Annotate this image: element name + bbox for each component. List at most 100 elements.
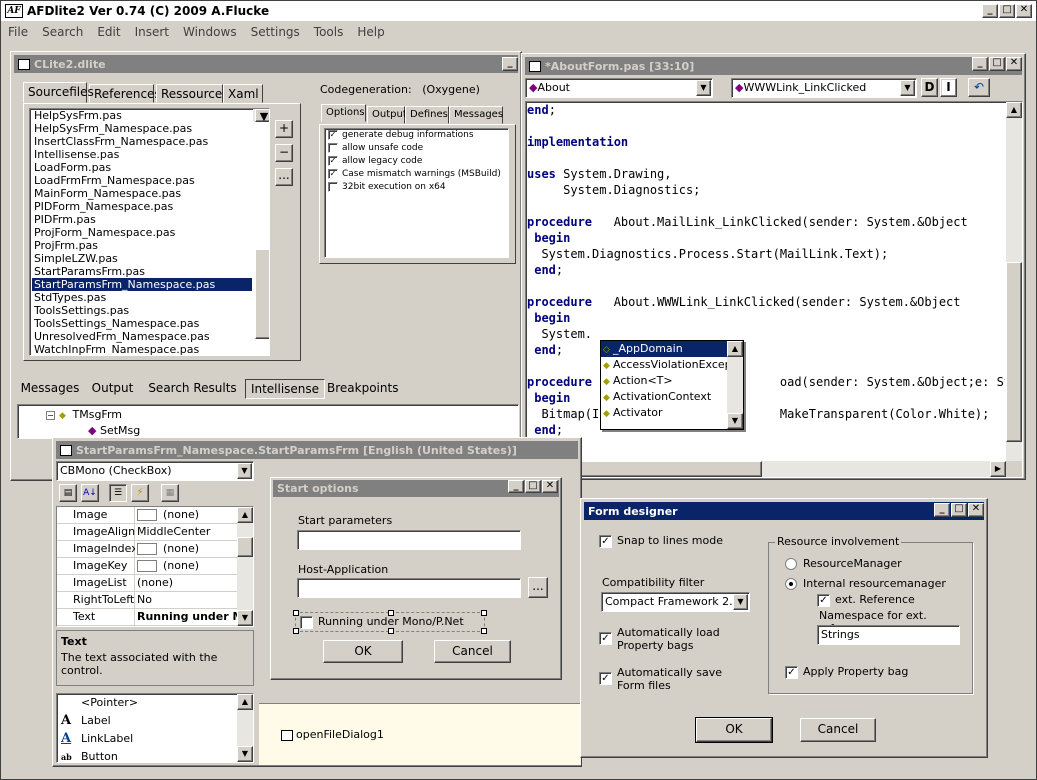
start-ok-button[interactable]: OK (323, 640, 403, 663)
option-check-box[interactable]: ✓ (328, 129, 338, 140)
menu-item-settings[interactable]: Settings (244, 23, 307, 42)
autocomplete-popup[interactable]: ◇ _AppDomain ◆ AccessViolationExcept ◆ Action… (600, 340, 744, 430)
property-row[interactable]: RightToLeft No (57, 592, 237, 609)
radio-internal[interactable]: Internal resourcemanager (785, 577, 946, 590)
add-file-button[interactable]: + (275, 120, 293, 138)
compat-combo[interactable]: Compact Framework 2.0 ▼ (601, 592, 750, 612)
scroll-thumb[interactable] (1006, 262, 1022, 442)
editor-vscroll[interactable]: ▲ (1006, 102, 1022, 461)
form-maximize-button[interactable]: □ (525, 480, 541, 493)
menu-item-tools[interactable]: Tools (307, 23, 351, 42)
autocomplete-item[interactable]: ◆ ActivationContext (601, 389, 727, 405)
scroll-right-icon[interactable]: ▶ (990, 461, 1006, 477)
radio-icon[interactable] (785, 558, 797, 570)
autocomplete-scrollbar[interactable]: ▲ ▼ (727, 341, 743, 429)
property-row[interactable]: ImageIndex (none) (57, 541, 237, 558)
file-item[interactable]: PIDForm_Namespace.pas (32, 200, 252, 213)
scroll-up-icon[interactable]: ▲ (237, 694, 253, 710)
option-check-box[interactable] (328, 181, 338, 192)
property-value[interactable]: Running under M (135, 609, 237, 625)
property-value[interactable]: (none) (135, 558, 237, 574)
component-combo[interactable]: CBMono (CheckBox) ▼ (56, 461, 254, 481)
code-line[interactable]: begin (527, 230, 1005, 246)
start-cancel-button[interactable]: Cancel (434, 640, 511, 663)
file-item[interactable]: LoadForm.pas (32, 161, 252, 174)
toolbox-scrollbar[interactable]: ▲ ▼ (237, 694, 253, 762)
property-row[interactable]: ImageKey (none) (57, 558, 237, 575)
editor-maximize-button[interactable]: □ (989, 57, 1005, 71)
property-row[interactable]: ImageList (none) (57, 575, 237, 592)
autosave-check-box[interactable]: ✓ (599, 672, 612, 685)
more-file-button[interactable]: ... (275, 168, 293, 186)
autocomplete-item[interactable]: ◇ _AppDomain (601, 341, 727, 357)
tab-search-results[interactable]: Search Results (142, 379, 243, 399)
property-value[interactable]: MiddleCenter (135, 524, 237, 540)
chevron-down-icon[interactable]: ▼ (237, 463, 252, 479)
fd-maximize-button[interactable]: □ (951, 503, 967, 517)
tab-messages[interactable]: Messages (449, 106, 503, 124)
main-titlebar[interactable]: AF AFDlite2 Ver 0.74 (C) 2009 A.Flucke _… (1, 1, 1036, 22)
file-item[interactable]: WatchInpFrm_Namespace.pas (32, 343, 252, 355)
toolbox-item[interactable]: A LinkLabel (57, 730, 237, 748)
code-line[interactable] (527, 278, 1005, 294)
editor-hscroll[interactable]: ◀ ▶ (526, 461, 1006, 477)
file-item[interactable]: MainForm_Namespace.pas (32, 187, 252, 200)
option-row[interactable]: ✓ allow legacy code (325, 155, 508, 168)
radio-resourcemanager[interactable]: ResourceManager (785, 557, 902, 570)
scroll-down-icon[interactable]: ▼ (727, 413, 743, 429)
tab-intellisense[interactable]: Intellisense (245, 379, 325, 399)
property-row[interactable]: Image (none) (57, 507, 237, 524)
code-line[interactable]: System. (527, 326, 1005, 342)
code-line[interactable]: begin (527, 390, 1005, 406)
file-item[interactable]: StartParamsFrm.pas (32, 265, 252, 278)
file-item[interactable]: HelpSysFrm.pas (32, 109, 252, 122)
scroll-down-icon[interactable]: ▼ (237, 610, 253, 626)
code-line[interactable]: procedure About.MailLink_LinkClicked(sen… (527, 214, 1005, 230)
menu-item-help[interactable]: Help (350, 23, 391, 42)
ext-ref-check-box[interactable]: ✓ (817, 593, 830, 607)
project-minimize-button[interactable]: _ (502, 57, 518, 71)
code-line[interactable]: procedure About.WWWLink_LinkClicked(send… (527, 294, 1005, 310)
autocomplete-item[interactable]: ◆ Activator (601, 405, 727, 421)
ns-input[interactable]: Strings (817, 625, 960, 645)
property-pages-icon[interactable]: ▦ (161, 484, 179, 502)
scroll-up-icon[interactable]: ▲ (727, 341, 743, 357)
properties-icon[interactable]: ☰ (109, 484, 127, 502)
option-check-box[interactable]: ✓ (328, 155, 338, 166)
code-line[interactable]: Bitmap(I MakeTransparent(Color.White); (527, 406, 1005, 422)
toolbox-item[interactable]: <Pointer> (57, 694, 237, 712)
browse-button[interactable]: ... (528, 577, 548, 598)
scroll-up-icon[interactable]: ▲ (237, 507, 253, 523)
tree-node-child[interactable]: ◆ SetMsg (88, 424, 140, 437)
autocomplete-item[interactable]: ◆ AccessViolationExcept (601, 357, 727, 373)
code-text[interactable]: end; implementation uses System.Drawing, S… (527, 102, 1005, 462)
host-app-input[interactable] (297, 578, 521, 598)
scroll-thumb[interactable] (237, 537, 253, 557)
property-scrollbar[interactable]: ▲ ▼ (237, 507, 253, 626)
minimize-button[interactable]: _ (982, 4, 998, 18)
undo-button[interactable]: ↶ (968, 78, 990, 97)
implementation-button[interactable]: I (940, 78, 957, 97)
autocomplete-list[interactable]: ◇ _AppDomain ◆ AccessViolationExcept ◆ Action… (601, 341, 727, 421)
tray-item[interactable]: openFileDialog1 (281, 728, 384, 741)
tab-ressources[interactable]: Ressources (156, 84, 229, 103)
option-check-box[interactable] (328, 142, 338, 153)
fd-minimize-button[interactable]: _ (934, 503, 950, 517)
method-combo[interactable]: ◆WWWLink_LinkClicked ▼ (731, 78, 917, 98)
files-scrollbar[interactable]: ▲ ▼ (253, 109, 269, 339)
code-line[interactable] (527, 438, 1005, 454)
tab-sourcefiles[interactable]: Sourcefiles (23, 82, 94, 103)
code-line[interactable]: implementation (527, 134, 1005, 150)
property-value[interactable]: (none) (135, 541, 237, 557)
class-combo[interactable]: ◆About ▼ (525, 78, 713, 98)
property-grid[interactable]: Image (none) ImageAlign MiddleCenter ImageIn… (56, 506, 254, 627)
events-icon[interactable]: ⚡ (131, 484, 149, 502)
option-row[interactable]: ✓ Case mismatch warnings (MSBuild) (325, 168, 508, 181)
option-row[interactable]: ✓ generate debug informations (325, 129, 508, 142)
chevron-down-icon[interactable]: ▼ (733, 594, 748, 610)
mono-checkbox[interactable]: Running under Mono/P.Net (293, 610, 487, 634)
sourcefiles-list[interactable]: HelpSysFrm.pas HelpSysFrm_Namespace.pas In… (29, 108, 270, 356)
file-item[interactable]: HelpSysFrm_Namespace.pas (32, 122, 252, 135)
snap-check-box[interactable]: ✓ (599, 534, 612, 548)
editor-minimize-button[interactable]: _ (972, 57, 988, 71)
